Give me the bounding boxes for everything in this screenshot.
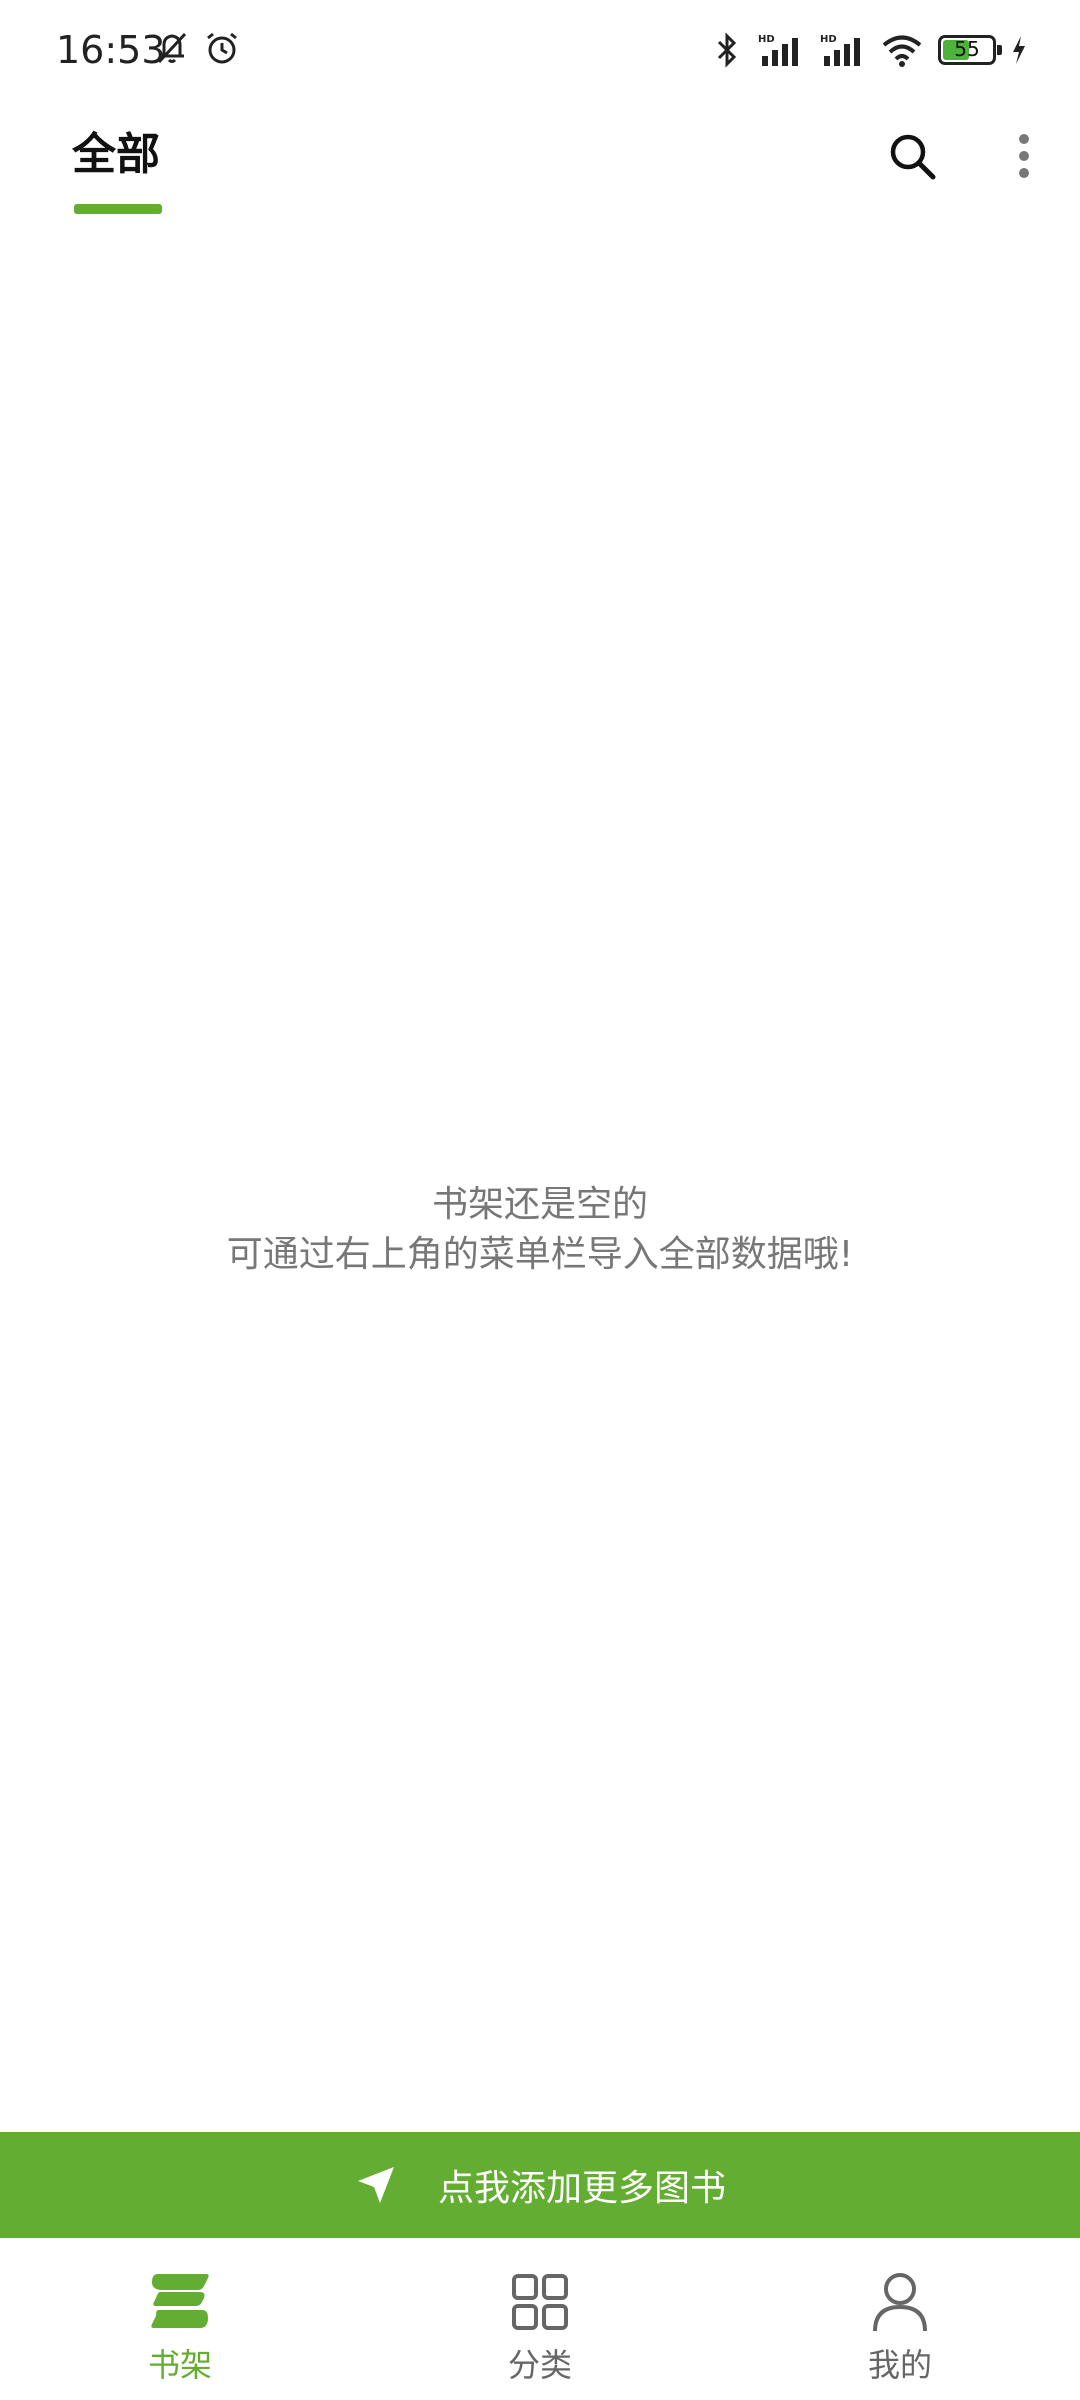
svg-text:HD: HD (820, 34, 837, 45)
svg-text:HD: HD (758, 34, 775, 45)
more-vertical-icon (1019, 134, 1029, 178)
search-icon (890, 134, 936, 180)
bottom-nav: 书架 分类 我的 (0, 2238, 1080, 2400)
nav-label-profile: 我的 (867, 2346, 932, 2384)
empty-state-line2: 可通过右上角的菜单栏导入全部数据哦! (226, 1234, 854, 1275)
tab-all[interactable]: 全部 (72, 110, 162, 220)
hd-signal-icon: HD (758, 34, 798, 66)
hd-signal-icon: HD (820, 34, 860, 66)
empty-state-line1: 书架还是空的 (431, 1184, 648, 1225)
battery-level: 55 (954, 37, 980, 61)
empty-state-message: 书架还是空的 可通过右上角的菜单栏导入全部数据哦! (0, 1180, 1080, 1280)
status-right-icons: HD HD 55 (712, 30, 1028, 70)
mute-bell-icon (157, 32, 187, 64)
status-bar: 16:53 HD HD 55 (0, 0, 1080, 100)
nav-item-bookshelf[interactable]: 书架 (0, 2238, 360, 2400)
battery-icon: 55 (938, 35, 1002, 65)
send-arrow-icon (357, 2167, 394, 2203)
bluetooth-icon (717, 32, 737, 68)
more-menu-button[interactable] (1006, 126, 1042, 186)
wifi-icon (882, 35, 922, 67)
search-button[interactable] (882, 126, 942, 186)
charging-icon (1013, 36, 1025, 64)
bookshelf-screen: 16:53 HD HD 55 全部 书架还是空的 可通过右上角的菜单栏导入全部数… (0, 0, 1080, 2400)
top-bar: 全部 (0, 110, 1080, 220)
add-books-button[interactable]: 点我添加更多图书 (0, 2132, 1080, 2238)
profile-icon (868, 2270, 932, 2334)
add-books-label: 点我添加更多图书 (437, 2168, 726, 2209)
nav-label-bookshelf: 书架 (147, 2346, 212, 2384)
grid-icon (508, 2270, 572, 2334)
tab-indicator (74, 204, 162, 214)
nav-item-category[interactable]: 分类 (360, 2238, 720, 2400)
alarm-icon (207, 32, 237, 64)
nav-label-category: 分类 (507, 2346, 572, 2384)
bookshelf-icon (148, 2270, 212, 2334)
nav-item-profile[interactable]: 我的 (720, 2238, 1080, 2400)
tab-all-label: 全部 (72, 129, 160, 180)
status-left-icons (152, 28, 242, 68)
status-time: 16:53 (56, 28, 166, 72)
